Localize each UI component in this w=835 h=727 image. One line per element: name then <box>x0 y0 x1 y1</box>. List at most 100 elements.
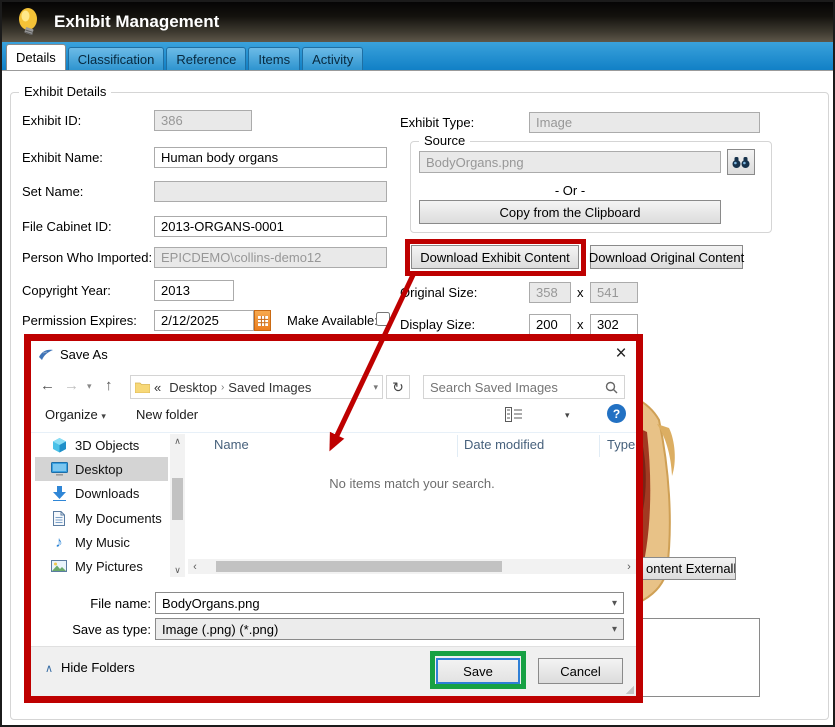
file-list-scrollbar[interactable]: ‹ › <box>188 559 636 574</box>
tab-reference[interactable]: Reference <box>166 47 246 70</box>
permission-expires-field[interactable] <box>154 310 254 331</box>
file-cabinet-id-field[interactable] <box>154 216 387 237</box>
hide-folders-button[interactable]: Hide Folders <box>61 660 135 675</box>
tab-activity[interactable]: Activity <box>302 47 363 70</box>
help-icon[interactable]: ? <box>607 404 626 423</box>
column-header-date-modified[interactable]: Date modified <box>464 437 544 452</box>
up-icon[interactable]: ↑ <box>105 377 113 394</box>
tab-classification[interactable]: Classification <box>68 47 165 70</box>
cancel-button[interactable]: Cancel <box>538 658 623 684</box>
forward-icon[interactable]: → <box>64 377 79 394</box>
picture-icon <box>49 560 69 572</box>
sidebar-scrollbar[interactable]: ∧ ∨ <box>170 434 185 577</box>
copyright-year-field[interactable] <box>154 280 234 301</box>
exhibit-id-field <box>154 110 252 131</box>
back-icon[interactable]: ← <box>40 377 55 394</box>
hide-folders-chevron-icon[interactable]: ∧ <box>45 662 53 675</box>
sidebar-item-my-documents[interactable]: My Documents <box>35 506 168 530</box>
close-icon[interactable]: × <box>609 343 633 365</box>
scroll-left-icon[interactable]: ‹ <box>188 559 202 574</box>
tab-bar: Details Classification Reference Items A… <box>2 42 833 71</box>
make-available-label: Make Available: <box>287 313 378 328</box>
calendar-picker-button[interactable] <box>254 310 271 331</box>
breadcrumb-desktop[interactable]: Desktop <box>169 380 217 395</box>
download-arrow-icon <box>49 486 69 501</box>
empty-folder-message: No items match your search. <box>188 476 636 491</box>
new-folder-button[interactable]: New folder <box>136 407 198 422</box>
exhibit-name-label: Exhibit Name: <box>22 150 103 165</box>
organize-menu-button[interactable]: Organize ▾ <box>45 407 106 422</box>
dialog-title: Save As <box>60 347 108 362</box>
view-content-externally-button-partial[interactable]: ontent Externally <box>641 557 736 580</box>
exhibit-type-field <box>529 112 760 133</box>
nav-history-chevron-icon[interactable]: ▾ <box>87 381 92 392</box>
page-title: Exhibit Management <box>54 12 219 32</box>
column-header-type[interactable]: Type <box>607 437 635 452</box>
file-cabinet-id-label: File Cabinet ID: <box>22 219 112 234</box>
make-available-checkbox[interactable] <box>376 312 390 326</box>
sidebar-item-3d-objects[interactable]: 3D Objects <box>35 433 168 457</box>
or-separator-text: - Or - <box>419 183 721 198</box>
download-original-content-button[interactable]: Download Original Content <box>590 245 743 269</box>
sidebar-item-my-music[interactable]: ♪ My Music <box>35 530 168 554</box>
view-mode-chevron-icon[interactable]: ▾ <box>565 410 570 421</box>
display-height-field[interactable] <box>590 314 638 335</box>
person-who-imported-label: Person Who Imported: <box>22 250 152 265</box>
column-divider[interactable] <box>599 435 600 457</box>
display-size-label: Display Size: <box>400 317 475 332</box>
search-input[interactable] <box>430 380 605 395</box>
display-width-field[interactable] <box>529 314 571 335</box>
refresh-icon[interactable]: ↻ <box>386 375 410 399</box>
window-titlebar: Exhibit Management <box>2 2 833 42</box>
address-bar[interactable]: « Desktop › Saved Images ▾ <box>130 375 383 399</box>
browse-source-button[interactable] <box>727 149 755 175</box>
tab-details[interactable]: Details <box>6 44 66 70</box>
exhibit-details-group-title: Exhibit Details <box>19 84 111 99</box>
file-list-scrollbar-thumb[interactable] <box>216 561 502 572</box>
scroll-up-icon[interactable]: ∧ <box>170 434 185 448</box>
music-note-icon: ♪ <box>49 534 69 551</box>
original-height-field <box>590 282 638 303</box>
download-exhibit-content-button[interactable]: Download Exhibit Content <box>411 245 579 269</box>
file-name-chevron-icon[interactable]: ▾ <box>612 598 623 609</box>
search-icon[interactable] <box>605 381 618 394</box>
exhibit-id-label: Exhibit ID: <box>22 113 81 128</box>
sidebar-item-my-pictures[interactable]: My Pictures <box>35 554 168 578</box>
copy-from-clipboard-button[interactable]: Copy from the Clipboard <box>419 200 721 224</box>
resize-grip[interactable] <box>626 686 634 694</box>
set-name-field <box>154 181 387 202</box>
original-width-field <box>529 282 571 303</box>
scroll-down-icon[interactable]: ∨ <box>170 563 185 577</box>
organize-chevron-icon: ▾ <box>101 411 106 421</box>
sidebar-scrollbar-thumb[interactable] <box>172 478 183 520</box>
display-size-x: x <box>577 317 584 332</box>
sidebar-item-downloads[interactable]: Downloads <box>35 481 168 505</box>
exhibit-management-window: Exhibit Management Details Classificatio… <box>0 0 835 727</box>
breadcrumb-separator-icon: › <box>221 382 224 393</box>
source-group-title: Source <box>419 133 470 148</box>
file-name-combo: ▾ <box>155 592 624 614</box>
save-as-type-combo[interactable]: Image (.png) (*.png) ▾ <box>155 618 624 640</box>
file-name-label: File name: <box>31 596 151 611</box>
sidebar-item-desktop[interactable]: Desktop <box>35 457 168 481</box>
exhibit-name-field[interactable] <box>154 147 387 168</box>
scroll-right-icon[interactable]: › <box>622 559 636 574</box>
breadcrumb-saved-images[interactable]: Saved Images <box>228 380 311 395</box>
save-as-dialog: Save As × ← → ▾ ↑ « Desktop › Saved Imag… <box>24 334 643 703</box>
folder-icon <box>135 381 150 393</box>
address-dropdown-chevron-icon[interactable]: ▾ <box>373 382 378 393</box>
calendar-icon <box>258 316 268 326</box>
person-who-imported-field <box>154 247 387 268</box>
breadcrumb-prefix[interactable]: « <box>154 380 161 395</box>
tab-items[interactable]: Items <box>248 47 300 70</box>
save-as-type-value: Image (.png) (*.png) <box>156 622 278 637</box>
document-icon <box>49 511 69 526</box>
desktop-icon <box>49 462 69 476</box>
copyright-year-label: Copyright Year: <box>22 283 111 298</box>
column-header-name[interactable]: Name <box>214 437 249 452</box>
column-divider[interactable] <box>457 435 458 457</box>
save-as-type-chevron-icon[interactable]: ▾ <box>612 624 623 635</box>
view-mode-icon[interactable] <box>505 407 523 422</box>
notes-box[interactable] <box>642 618 760 697</box>
file-name-input[interactable] <box>156 596 612 611</box>
